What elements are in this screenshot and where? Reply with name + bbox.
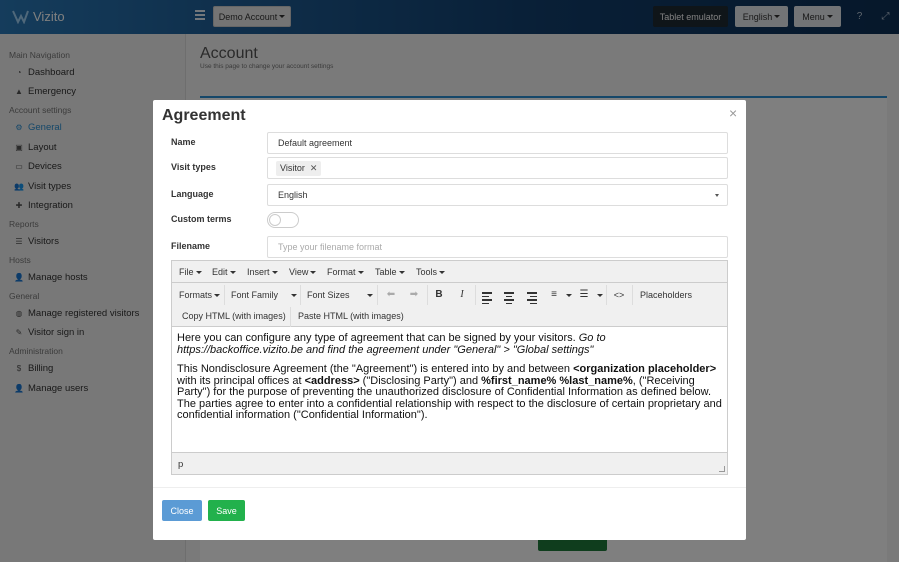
visit-type-chip: Visitor ✕: [276, 160, 322, 176]
menu-edit[interactable]: Edit: [212, 267, 236, 277]
menu-view[interactable]: View: [289, 267, 317, 277]
bullet-list-icon[interactable]: ☰: [577, 289, 591, 301]
numbered-list-icon[interactable]: ≡: [547, 289, 561, 301]
toggle-knob: [269, 214, 281, 226]
custom-terms-label: Custom terms: [171, 214, 232, 224]
align-right-icon[interactable]: [527, 292, 537, 306]
code-icon[interactable]: <>: [612, 289, 626, 301]
close-button[interactable]: Close: [162, 500, 202, 521]
font-family-dropdown[interactable]: Font Family: [231, 290, 278, 300]
menu-table[interactable]: Table: [375, 267, 405, 277]
editor-toolbar: Formats Font Family Font Sizes ⬅ ➡ B I ≡…: [172, 283, 727, 307]
bold-icon[interactable]: B: [432, 289, 446, 301]
name-field[interactable]: Default agreement: [267, 132, 728, 154]
align-center-icon[interactable]: [504, 292, 514, 306]
element-path[interactable]: p: [178, 459, 183, 470]
language-label: Language: [171, 189, 214, 199]
visit-types-label: Visit types: [171, 162, 216, 172]
menu-insert[interactable]: Insert: [247, 267, 278, 277]
editor-toolbar-2: Copy HTML (with images) Paste HTML (with…: [172, 307, 727, 327]
chevron-down-icon: [715, 194, 719, 197]
chevron-down-icon[interactable]: [564, 290, 572, 300]
menu-file[interactable]: File: [179, 267, 202, 277]
resize-handle-icon[interactable]: [719, 466, 725, 472]
chevron-down-icon[interactable]: [595, 290, 603, 300]
modal-title: Agreement: [162, 107, 246, 124]
filename-input[interactable]: Type your filename format: [267, 236, 728, 258]
agreement-modal: Agreement × Name Default agreement Visit…: [153, 100, 746, 540]
undo-icon[interactable]: ⬅: [384, 289, 398, 301]
editor-statusbar: p: [172, 452, 727, 474]
rich-text-editor: File Edit Insert View Format Table Tools…: [171, 260, 728, 475]
visit-types-field[interactable]: Visitor ✕: [267, 157, 728, 179]
editor-menubar: File Edit Insert View Format Table Tools: [172, 261, 727, 283]
redo-icon[interactable]: ➡: [407, 289, 421, 301]
placeholders-button[interactable]: Placeholders: [640, 290, 692, 300]
divider: [153, 487, 746, 488]
formats-dropdown[interactable]: Formats: [179, 290, 221, 300]
paste-html-button[interactable]: Paste HTML (with images): [298, 311, 404, 321]
editor-paragraph: Here you can configure any type of agree…: [177, 332, 606, 356]
align-left-icon[interactable]: [482, 292, 492, 306]
menu-format[interactable]: Format: [327, 267, 364, 277]
editor-paragraph: This Nondisclosure Agreement (the "Agree…: [177, 363, 722, 421]
close-icon[interactable]: ×: [729, 105, 737, 121]
menu-tools[interactable]: Tools: [416, 267, 446, 277]
chevron-down-icon[interactable]: [365, 290, 373, 300]
chevron-down-icon[interactable]: [289, 290, 297, 300]
editor-content-area[interactable]: Here you can configure any type of agree…: [177, 332, 723, 430]
language-select[interactable]: English: [267, 184, 728, 206]
copy-html-button[interactable]: Copy HTML (with images): [182, 311, 286, 321]
filename-label: Filename: [171, 241, 211, 251]
save-button[interactable]: Save: [208, 500, 245, 521]
custom-terms-toggle[interactable]: [267, 212, 299, 228]
remove-chip-icon[interactable]: ✕: [310, 163, 318, 174]
italic-icon[interactable]: I: [455, 289, 469, 301]
font-sizes-dropdown[interactable]: Font Sizes: [307, 290, 350, 300]
name-label: Name: [171, 137, 196, 147]
